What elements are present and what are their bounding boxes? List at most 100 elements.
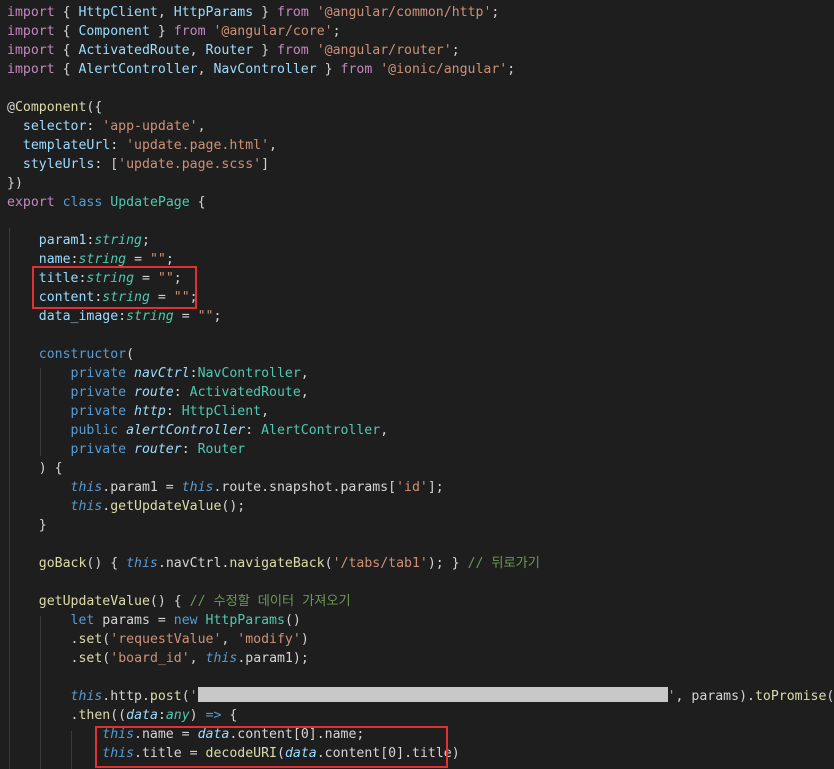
code-token: 'id' — [396, 480, 428, 495]
code-line-10: }) — [7, 174, 23, 193]
code-token: param1 — [7, 233, 87, 248]
code-token: Router — [205, 43, 254, 58]
code-editor[interactable]: import { HttpClient, HttpParams } from '… — [0, 0, 834, 769]
code-token: () — [284, 613, 301, 628]
code-token: 'board_id' — [110, 651, 190, 666]
code-token: string — [126, 309, 174, 324]
code-token: ; — [142, 233, 150, 248]
code-token: 'update.page.html' — [126, 138, 270, 153]
code-token: AlertController — [261, 423, 381, 438]
code-token: private — [7, 385, 127, 400]
code-line-11: export class UpdatePage { — [7, 193, 206, 212]
code-token: constructor — [7, 347, 127, 362]
code-token: @ — [7, 100, 15, 115]
code-token: data_image — [7, 309, 119, 324]
code-token: alertController — [126, 423, 246, 438]
code-token: // 뒤로가기 — [467, 556, 540, 571]
code-token: } — [253, 43, 277, 58]
code-token: '@ionic/angular' — [380, 62, 508, 77]
code-token: this — [181, 480, 214, 495]
code-token: , — [300, 366, 309, 381]
code-token: '@angular/core' — [213, 24, 333, 39]
code-line-19: constructor( — [7, 345, 134, 364]
code-token: () { — [86, 556, 127, 571]
code-token: AlertController — [78, 62, 198, 77]
code-token: ) { — [7, 461, 63, 476]
code-token: import — [7, 43, 55, 58]
code-line-37: this.http.post('', params).toPromise() — [7, 687, 834, 706]
code-token: this — [205, 651, 238, 666]
code-token: ; — [507, 62, 516, 77]
code-token: ]; — [427, 480, 444, 495]
code-token: . — [7, 651, 79, 666]
code-token: ; — [491, 5, 500, 20]
code-token: Router — [197, 442, 246, 457]
code-token: . — [7, 632, 79, 647]
code-line-33: let params = new HttpParams() — [7, 611, 301, 630]
code-token: NavController — [213, 62, 317, 77]
code-token: } — [149, 24, 174, 39]
code-token: } — [316, 62, 341, 77]
code-token: { — [54, 24, 79, 39]
code-token: let — [7, 613, 95, 628]
code-token: getUpdateValue — [7, 594, 150, 609]
code-token: set — [78, 632, 103, 647]
code-token: templateUrl — [7, 138, 111, 153]
code-token: 'app-update' — [102, 119, 198, 134]
code-token: , — [300, 385, 309, 400]
code-token: : — [118, 309, 127, 324]
code-token: (( — [110, 708, 127, 723]
code-line-25: ) { — [7, 459, 63, 478]
code-line-32: getUpdateValue() { // 수정할 데이터 가져오기 — [7, 592, 351, 611]
code-token: private — [7, 442, 127, 457]
code-token: : — [181, 442, 198, 457]
code-token: goBack — [7, 556, 87, 571]
code-token: data — [126, 708, 158, 723]
code-token: : — [86, 119, 103, 134]
code-token: ; — [451, 43, 460, 58]
code-token: '@angular/router' — [316, 43, 452, 58]
code-token: ; — [332, 24, 341, 39]
code-token: this — [7, 499, 103, 514]
code-token: .route.snapshot.params[ — [213, 480, 397, 495]
code-token: (); — [221, 499, 246, 514]
code-line-35: .set('board_id', this.param1); — [7, 649, 309, 668]
code-token: private — [7, 404, 127, 419]
code-token: ) — [300, 632, 309, 647]
code-token: ; — [213, 309, 222, 324]
code-token: .param1 = — [102, 480, 182, 495]
code-token: router — [134, 442, 182, 457]
code-line-24: private router: Router — [7, 440, 246, 459]
code-line-27: this.getUpdateValue(); — [7, 497, 246, 516]
code-token: = — [173, 309, 198, 324]
code-token: name — [7, 252, 71, 267]
code-token: ( — [181, 689, 190, 704]
code-token: then — [78, 708, 111, 723]
code-token: , — [197, 62, 214, 77]
code-token: '/tabs/tab1' — [332, 556, 428, 571]
code-token: class — [62, 195, 103, 210]
code-token: navigateBack — [229, 556, 325, 571]
code-token: toPromise — [754, 689, 827, 704]
code-line-9: styleUrls: ['update.page.scss'] — [7, 155, 269, 174]
code-line-3: import { ActivatedRoute, Router } from '… — [7, 41, 460, 60]
code-token: params = — [94, 613, 174, 628]
code-line-17: data_image:string = ""; — [7, 307, 222, 326]
code-token: 'modify' — [237, 632, 301, 647]
code-token: http — [134, 404, 166, 419]
code-token: string — [78, 252, 127, 267]
highlight-box-title-content — [32, 266, 197, 309]
code-token: , — [189, 651, 206, 666]
code-token: this — [7, 689, 103, 704]
code-token: '@angular/common/http' — [316, 5, 492, 20]
code-line-1: import { HttpClient, HttpParams } from '… — [7, 3, 499, 22]
code-token: .navCtrl. — [157, 556, 230, 571]
code-token: { — [54, 5, 79, 20]
code-line-20: private navCtrl:NavController, — [7, 364, 309, 383]
code-token: HttpClient — [78, 5, 158, 20]
code-token: , — [197, 119, 206, 134]
code-token: post — [149, 689, 182, 704]
